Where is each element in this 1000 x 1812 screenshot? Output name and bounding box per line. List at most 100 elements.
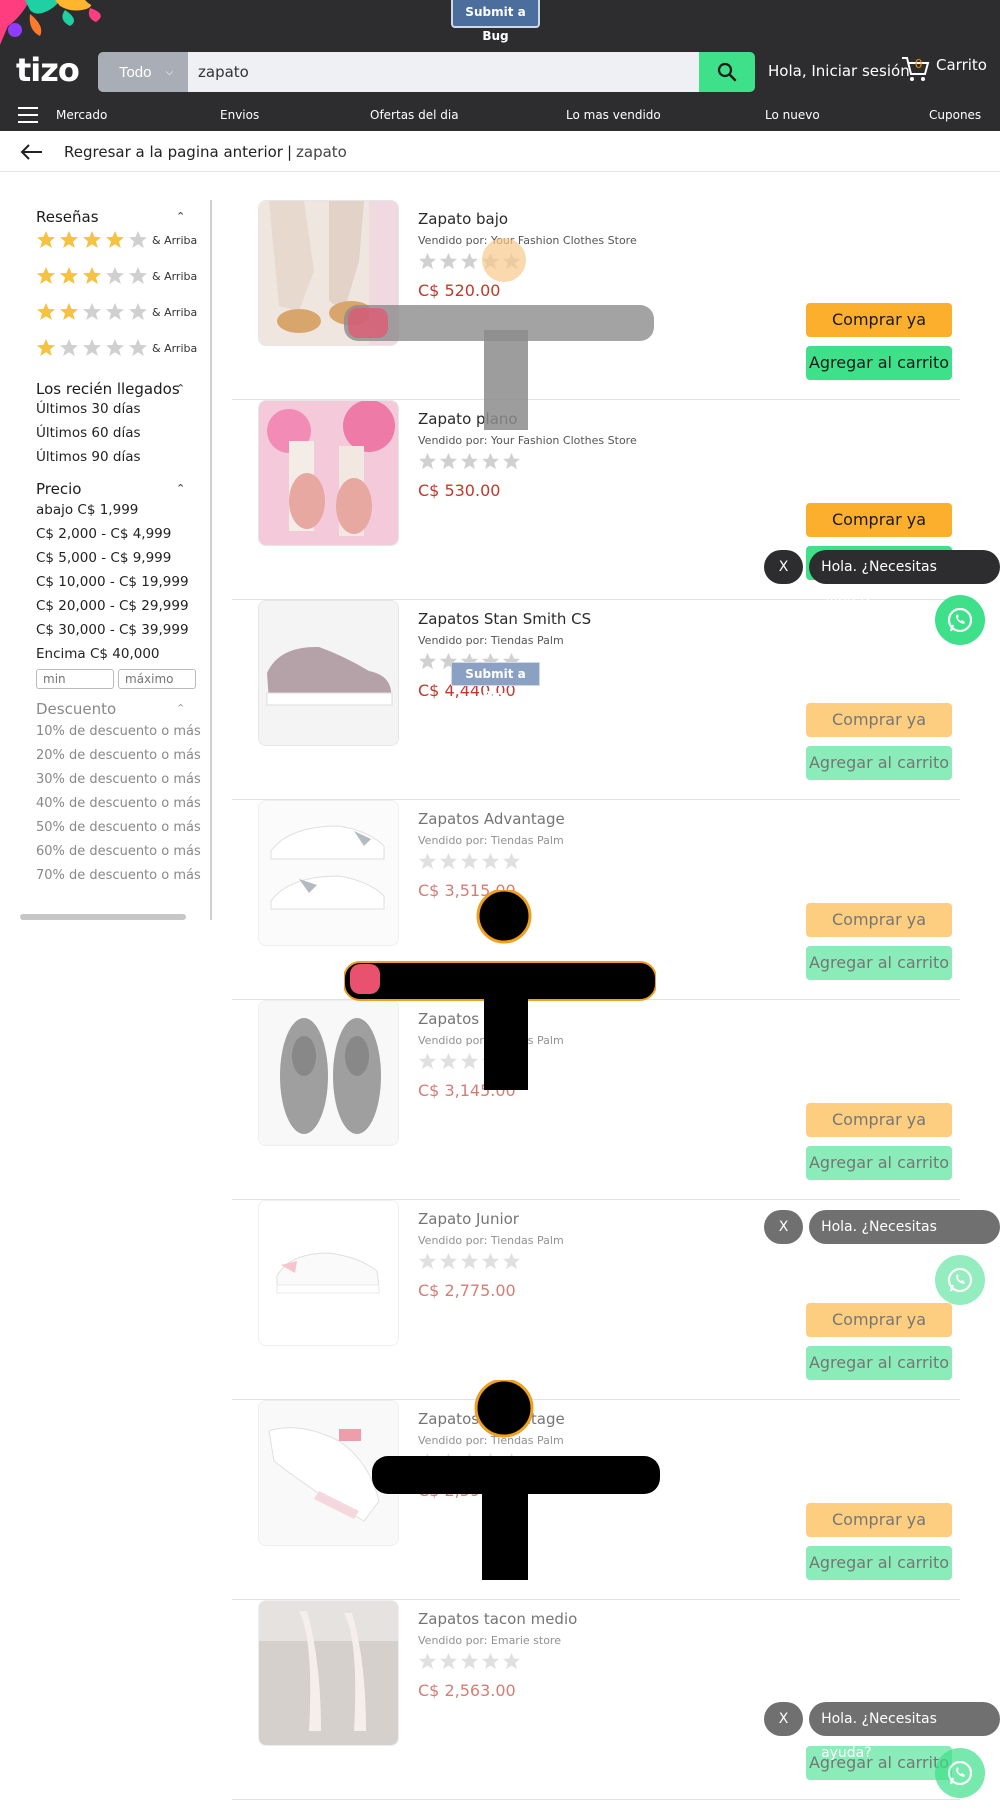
star-icon [60,303,78,320]
product-card: Zapatos tacon medio Vendido por: Emarie … [232,1600,960,1800]
help-close-button[interactable]: X [764,550,804,584]
buy-now-button[interactable]: Comprar ya [806,503,952,537]
review-filter-1[interactable]: & Arriba [36,338,197,358]
star-icon [37,303,55,320]
price-filter-5[interactable]: C$ 20,000 - C$ 29,999 [36,598,189,614]
star-icon [481,1652,500,1670]
help-message[interactable]: Hola. ¿Necesitas ayuda? [809,550,1000,609]
add-to-cart-button[interactable]: Agregar al carrito [806,1346,952,1380]
add-to-cart-button[interactable]: Agregar al carrito [806,1546,952,1580]
back-link[interactable]: Regresar a la pagina anterior [64,143,283,161]
discount-filter-60[interactable]: 60% de descuento o más [36,844,201,859]
star-icon [481,1252,500,1270]
product-image[interactable] [258,1600,399,1746]
filter-sidebar: Reseñas ⌃ & Arriba & Arriba & Arriba & A… [20,200,212,920]
menu-icon[interactable] [18,106,38,124]
whatsapp-button[interactable] [935,595,985,645]
add-to-cart-button[interactable]: Agregar al carrito [806,1146,952,1180]
new-arrivals-60[interactable]: Últimos 60 días [36,425,141,441]
buy-now-button[interactable]: Comprar ya [806,303,952,337]
star-icon [439,1652,458,1670]
price-max-input[interactable] [118,669,196,689]
search-button[interactable] [699,52,755,92]
help-close-button[interactable]: X [764,1702,804,1736]
help-close-button[interactable]: X [764,1210,804,1244]
add-to-cart-button[interactable]: Agregar al carrito [806,946,952,980]
add-to-cart-button[interactable]: Agregar al carrito [806,346,952,380]
star-icon [502,452,521,470]
star-icon [481,852,500,870]
site-logo[interactable]: tizo [16,51,88,89]
buy-now-button[interactable]: Comprar ya [806,1303,952,1337]
arrow-left-icon[interactable] [20,143,44,161]
star-icon [60,267,78,284]
submit-bug-button[interactable]: Submit a Bug [451,662,540,703]
star-icon [481,452,500,470]
price-filter-1[interactable]: abajo C$ 1,999 [36,502,138,518]
buy-now-button[interactable]: Comprar ya [806,1503,952,1537]
nav-item-envios[interactable]: Envios [220,108,259,122]
product-rating-stars [418,1252,521,1271]
product-name[interactable]: Zapato Junior [418,1210,519,1228]
help-message[interactable]: Hola. ¿Necesitas ayuda? [809,1702,1000,1761]
review-filter-2[interactable]: & Arriba [36,302,197,322]
product-name[interactable]: Zapato bajo [418,210,508,228]
cart-button[interactable]: 0 Carrito [900,54,987,84]
star-icon [502,1252,521,1270]
discount-filter-30[interactable]: 30% de descuento o más [36,772,201,787]
price-filter-2[interactable]: C$ 2,000 - C$ 4,999 [36,526,171,542]
star-icon [129,303,147,320]
buy-now-button[interactable]: Comprar ya [806,703,952,737]
price-filter-4[interactable]: C$ 10,000 - C$ 19,999 [36,574,189,590]
review-filter-3[interactable]: & Arriba [36,266,197,286]
product-image[interactable] [258,1200,399,1346]
buy-now-button[interactable]: Comprar ya [806,903,952,937]
product-price: C$ 2,563.00 [418,1681,516,1700]
price-filter-7[interactable]: Encima C$ 40,000 [36,646,160,662]
price-filter-6[interactable]: C$ 30,000 - C$ 39,999 [36,622,189,638]
chevron-up-icon[interactable]: ⌃ [176,702,185,715]
nav-item-mas-vendido[interactable]: Lo mas vendido [566,108,661,122]
chevron-up-icon[interactable]: ⌃ [176,210,185,223]
search-category-select[interactable]: Todo ⌵ [98,52,188,92]
review-filter-4[interactable]: & Arriba [36,230,197,250]
new-arrivals-30[interactable]: Últimos 30 días [36,401,141,417]
product-name[interactable]: Zapatos Advantage [418,810,565,828]
new-arrivals-90[interactable]: Últimos 90 días [36,449,141,465]
product-seller: Vendido por: Your Fashion Clothes Store [418,434,637,447]
nav-item-lo-nuevo[interactable]: Lo nuevo [765,108,820,122]
product-name[interactable]: Zapatos tacon medio [418,1610,577,1628]
whatsapp-button[interactable] [935,1255,985,1305]
product-price: C$ 2,775.00 [418,1281,516,1300]
signin-link[interactable]: Hola, Iniciar sesión [768,62,910,80]
price-filter-3[interactable]: C$ 5,000 - C$ 9,999 [36,550,171,566]
rating-stars [36,302,148,322]
discount-filter-20[interactable]: 20% de descuento o más [36,748,201,763]
nav-item-ofertas[interactable]: Ofertas del dia [370,108,459,122]
discount-filter-70[interactable]: 70% de descuento o más [36,868,201,883]
discount-filter-50[interactable]: 50% de descuento o más [36,820,201,835]
star-icon [460,852,479,870]
chevron-up-icon[interactable]: ⌃ [176,382,185,395]
price-min-input[interactable] [36,669,114,689]
star-icon [37,267,55,284]
sidebar-scrollbar[interactable] [20,914,186,920]
add-to-cart-button[interactable]: Agregar al carrito [806,746,952,780]
breadcrumb-separator: | [286,143,293,161]
buy-now-button[interactable]: Comprar ya [806,1103,952,1137]
product-name[interactable]: Zapatos Stan Smith CS [418,610,591,628]
submit-bug-button[interactable]: Submit a Bug [451,0,540,43]
search-input[interactable] [188,52,699,92]
whatsapp-button[interactable] [935,1748,985,1798]
star-icon [418,1652,437,1670]
discount-filter-10[interactable]: 10% de descuento o más [36,724,201,739]
chevron-up-icon[interactable]: ⌃ [176,482,185,495]
nav-item-cupones[interactable]: Cupones [929,108,981,122]
discount-filter-40[interactable]: 40% de descuento o más [36,796,201,811]
help-message[interactable]: Hola. ¿Necesitas ayuda? [809,1210,1000,1269]
product-image[interactable] [258,600,399,746]
nav-item-mercado[interactable]: Mercado [56,108,107,122]
product-rating-stars [418,452,521,471]
star-icon [460,452,479,470]
product-seller: Vendido por: Tiendas Palm [418,634,564,647]
